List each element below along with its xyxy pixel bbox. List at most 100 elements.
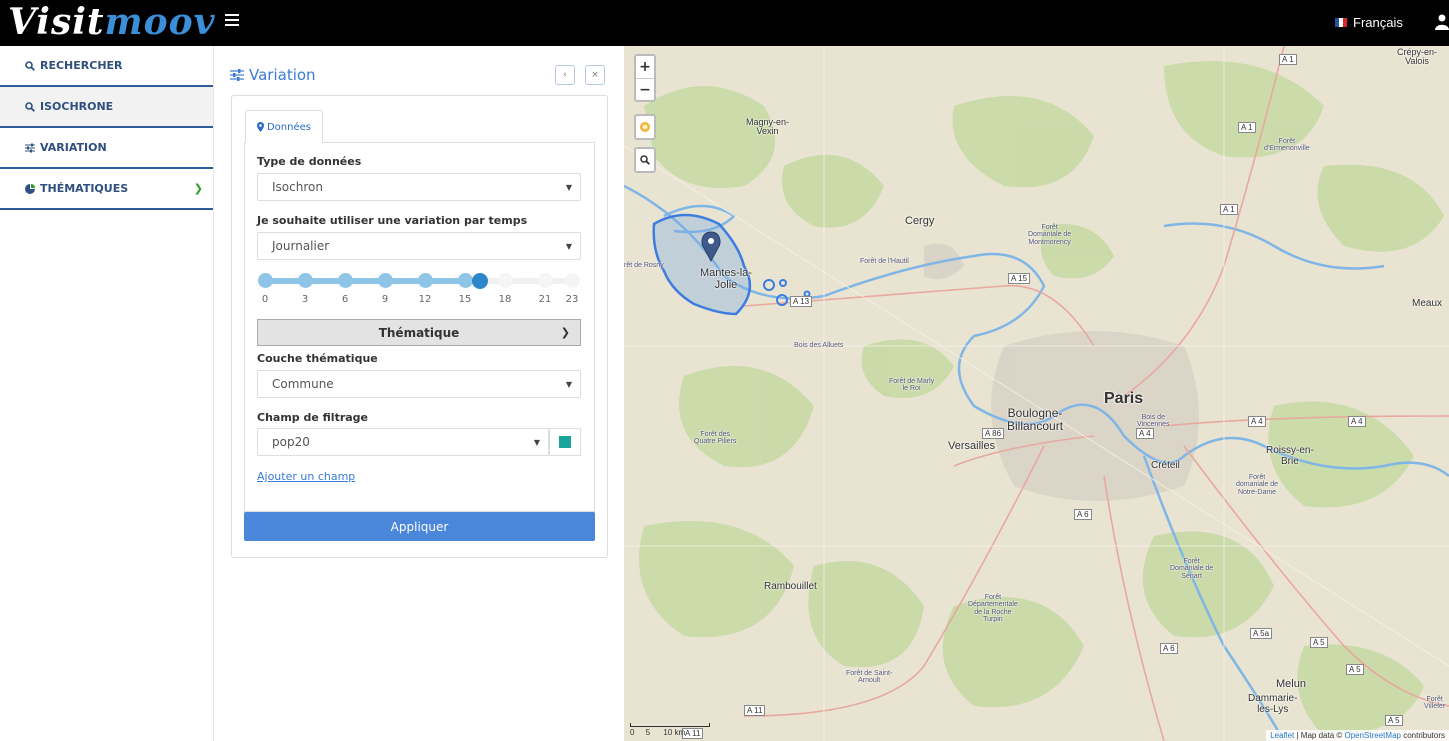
search-icon bbox=[640, 155, 650, 165]
road-shield: A 4 bbox=[1136, 428, 1154, 439]
data-type-label: Type de données bbox=[257, 155, 362, 168]
sidebar-item-isochrone[interactable]: ISOCHRONE bbox=[0, 87, 213, 128]
data-type-select[interactable]: Isochron ▼ bbox=[257, 173, 581, 201]
apply-button[interactable]: Appliquer bbox=[244, 512, 595, 541]
place-label-mantes: Mantes-la- Jolie bbox=[700, 267, 752, 291]
color-swatch bbox=[559, 436, 571, 448]
close-panel-button[interactable]: × bbox=[585, 65, 605, 85]
road-shield: A 11 bbox=[744, 705, 766, 716]
zoom-in-button[interactable]: + bbox=[636, 56, 654, 78]
zoom-out-button[interactable]: − bbox=[636, 78, 654, 100]
caret-down-icon: ▼ bbox=[565, 182, 572, 192]
slider-tick: 9 bbox=[381, 294, 389, 305]
target-icon bbox=[640, 122, 650, 132]
filter-select[interactable]: pop20 ▼ bbox=[257, 428, 549, 456]
road-shield: A 5 bbox=[1310, 637, 1328, 648]
place-label-saint-arnoult: Forêt de Saint- Arnoult bbox=[846, 670, 893, 685]
slider-tick: 15 bbox=[458, 294, 472, 305]
map[interactable]: Paris Boulogne- Billancourt Versailles C… bbox=[624, 46, 1449, 741]
slider-step[interactable] bbox=[498, 273, 513, 288]
place-label-cergy: Cergy bbox=[905, 215, 935, 227]
filter-color-picker[interactable] bbox=[549, 428, 581, 456]
slider-tick: 21 bbox=[538, 294, 552, 305]
slider-step[interactable] bbox=[298, 273, 313, 288]
place-label-boulogne: Boulogne- Billancourt bbox=[1007, 406, 1064, 433]
slider-step[interactable] bbox=[378, 273, 393, 288]
sidebar-item-label: ISOCHRONE bbox=[40, 100, 114, 113]
road-shield: A 4 bbox=[1248, 416, 1266, 427]
place-label-marly: Forêt de Marly le Roi bbox=[889, 378, 935, 393]
slider-step[interactable] bbox=[565, 273, 580, 288]
road-shield: A 5 bbox=[1385, 715, 1403, 726]
road-shield: A 1 bbox=[1220, 204, 1238, 215]
place-label-montmorency: Forêt Domaniale de Montmorency bbox=[1028, 224, 1072, 246]
chevron-down-icon: ❯ bbox=[560, 326, 570, 339]
place-label-vincennes: Bois de Vincennes bbox=[1137, 414, 1170, 429]
slider-tick: 0 bbox=[261, 294, 269, 305]
layer-label: Couche thématique bbox=[257, 352, 378, 365]
sidebar-item-label: THÉMATIQUES bbox=[40, 182, 129, 195]
place-label-rambouillet: Rambouillet bbox=[764, 581, 817, 592]
osm-link[interactable]: OpenStreetMap bbox=[1344, 731, 1400, 740]
thematic-toggle-button[interactable]: Thématique ❯ bbox=[257, 319, 581, 346]
road-shield: A 4 bbox=[1348, 416, 1366, 427]
zoom-control: + − bbox=[634, 54, 656, 102]
place-label-senart: Forêt Domaniale de Sénart bbox=[1170, 558, 1214, 580]
place-label-melun: Melun bbox=[1276, 678, 1306, 690]
slider-rest-track bbox=[473, 278, 573, 284]
sidebar-item-variation[interactable]: VARIATION bbox=[0, 128, 213, 169]
slider-tick: 6 bbox=[341, 294, 349, 305]
caret-down-icon: ▼ bbox=[565, 241, 572, 251]
place-label-meaux: Meaux bbox=[1412, 298, 1443, 309]
slider-step[interactable] bbox=[538, 273, 553, 288]
caret-down-icon: ▼ bbox=[533, 437, 540, 447]
slider-step[interactable] bbox=[458, 273, 473, 288]
collapse-panel-button[interactable]: ‹ bbox=[555, 65, 575, 85]
place-label-roche-turpin: Forêt Départementale de la Roche Turpin bbox=[968, 594, 1018, 624]
menu-icon[interactable] bbox=[225, 14, 239, 28]
leaflet-link[interactable]: Leaflet bbox=[1270, 731, 1294, 740]
sidebar-item-thematiques[interactable]: THÉMATIQUES ❯ bbox=[0, 169, 213, 210]
sidebar-item-rechercher[interactable]: RECHERCHER bbox=[0, 46, 213, 87]
language-selector[interactable]: Français bbox=[1335, 15, 1403, 30]
user-icon[interactable] bbox=[1435, 14, 1449, 30]
slider-step[interactable] bbox=[258, 273, 273, 288]
filter-label: Champ de filtrage bbox=[257, 411, 369, 424]
locate-button[interactable] bbox=[636, 116, 654, 138]
place-label-versailles: Versailles bbox=[948, 440, 996, 452]
map-marker-icon bbox=[256, 122, 264, 132]
slider-tick: 3 bbox=[301, 294, 309, 305]
map-search-button[interactable] bbox=[636, 149, 654, 171]
sidebar-item-label: VARIATION bbox=[40, 141, 107, 154]
road-shield: A 1 bbox=[1279, 54, 1297, 65]
variation-label: Je souhaite utiliser une variation par t… bbox=[257, 214, 528, 227]
sliders-icon bbox=[25, 143, 35, 152]
language-label: Français bbox=[1353, 15, 1403, 30]
chevron-down-icon[interactable]: ❯ bbox=[194, 182, 203, 195]
slider-handle[interactable] bbox=[472, 273, 488, 289]
road-shield: A 6 bbox=[1074, 509, 1092, 520]
time-slider[interactable] bbox=[258, 273, 580, 289]
french-flag-icon bbox=[1335, 18, 1347, 27]
tab-donnees[interactable]: Données bbox=[245, 110, 323, 143]
slider-tick: 23 bbox=[565, 294, 579, 305]
place-label-paris: Paris bbox=[1104, 390, 1144, 407]
road-shield: A 13 bbox=[790, 296, 813, 307]
place-label-roissy: Roissy-en- Brie bbox=[1266, 445, 1314, 467]
place-label-creteil: Créteil bbox=[1151, 460, 1180, 471]
slider-step[interactable] bbox=[338, 273, 353, 288]
place-label-magny: Magny-en- Vexin bbox=[746, 117, 790, 137]
layer-select[interactable]: Commune ▼ bbox=[257, 370, 581, 398]
sidebar: RECHERCHER ISOCHRONE VARIATION THÉMATIQU… bbox=[0, 46, 214, 741]
logo[interactable]: Visitmoov bbox=[8, 2, 216, 42]
top-bar: Visitmoov Français bbox=[0, 0, 1449, 46]
place-label-rosny: rêt de Rosny bbox=[624, 262, 664, 269]
add-field-link[interactable]: Ajouter un champ bbox=[257, 470, 355, 483]
slider-tick: 18 bbox=[498, 294, 512, 305]
search-icon bbox=[25, 60, 35, 71]
variation-select[interactable]: Journalier ▼ bbox=[257, 232, 581, 260]
road-shield: A 6 bbox=[1160, 643, 1178, 654]
locate-control bbox=[634, 114, 656, 140]
slider-tick: 12 bbox=[418, 294, 432, 305]
slider-step[interactable] bbox=[418, 273, 433, 288]
